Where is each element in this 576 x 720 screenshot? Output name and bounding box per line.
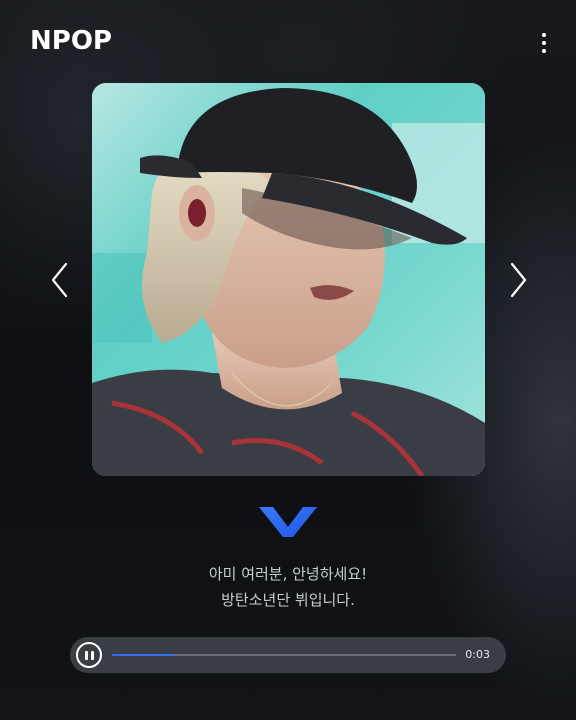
chevron-right-icon: [510, 262, 527, 298]
pause-button[interactable]: [76, 642, 102, 668]
progress-bar[interactable]: [112, 654, 456, 656]
artist-photo-image: [92, 83, 485, 476]
more-vertical-icon-dot: [542, 41, 546, 45]
audio-player: 0:03: [70, 637, 506, 673]
caption-line-2: 방탄소년단 뷔입니다.: [221, 591, 355, 609]
previous-button[interactable]: [46, 258, 76, 302]
more-vertical-icon: [542, 33, 546, 37]
more-vertical-icon-dot: [542, 49, 546, 53]
chevron-left-icon: [51, 262, 68, 298]
more-options-button[interactable]: [534, 28, 554, 58]
pause-icon-bar: [91, 651, 94, 660]
app-logo: NPOP: [30, 26, 112, 56]
artist-photo: [92, 83, 485, 476]
chevron-down-logo-icon: [257, 505, 319, 539]
caption-line-1: 아미 여러분, 안녕하세요!: [208, 565, 368, 583]
elapsed-time: 0:03: [465, 648, 490, 661]
pause-icon: [85, 651, 88, 660]
next-button[interactable]: [502, 258, 532, 302]
progress-fill: [112, 654, 174, 656]
